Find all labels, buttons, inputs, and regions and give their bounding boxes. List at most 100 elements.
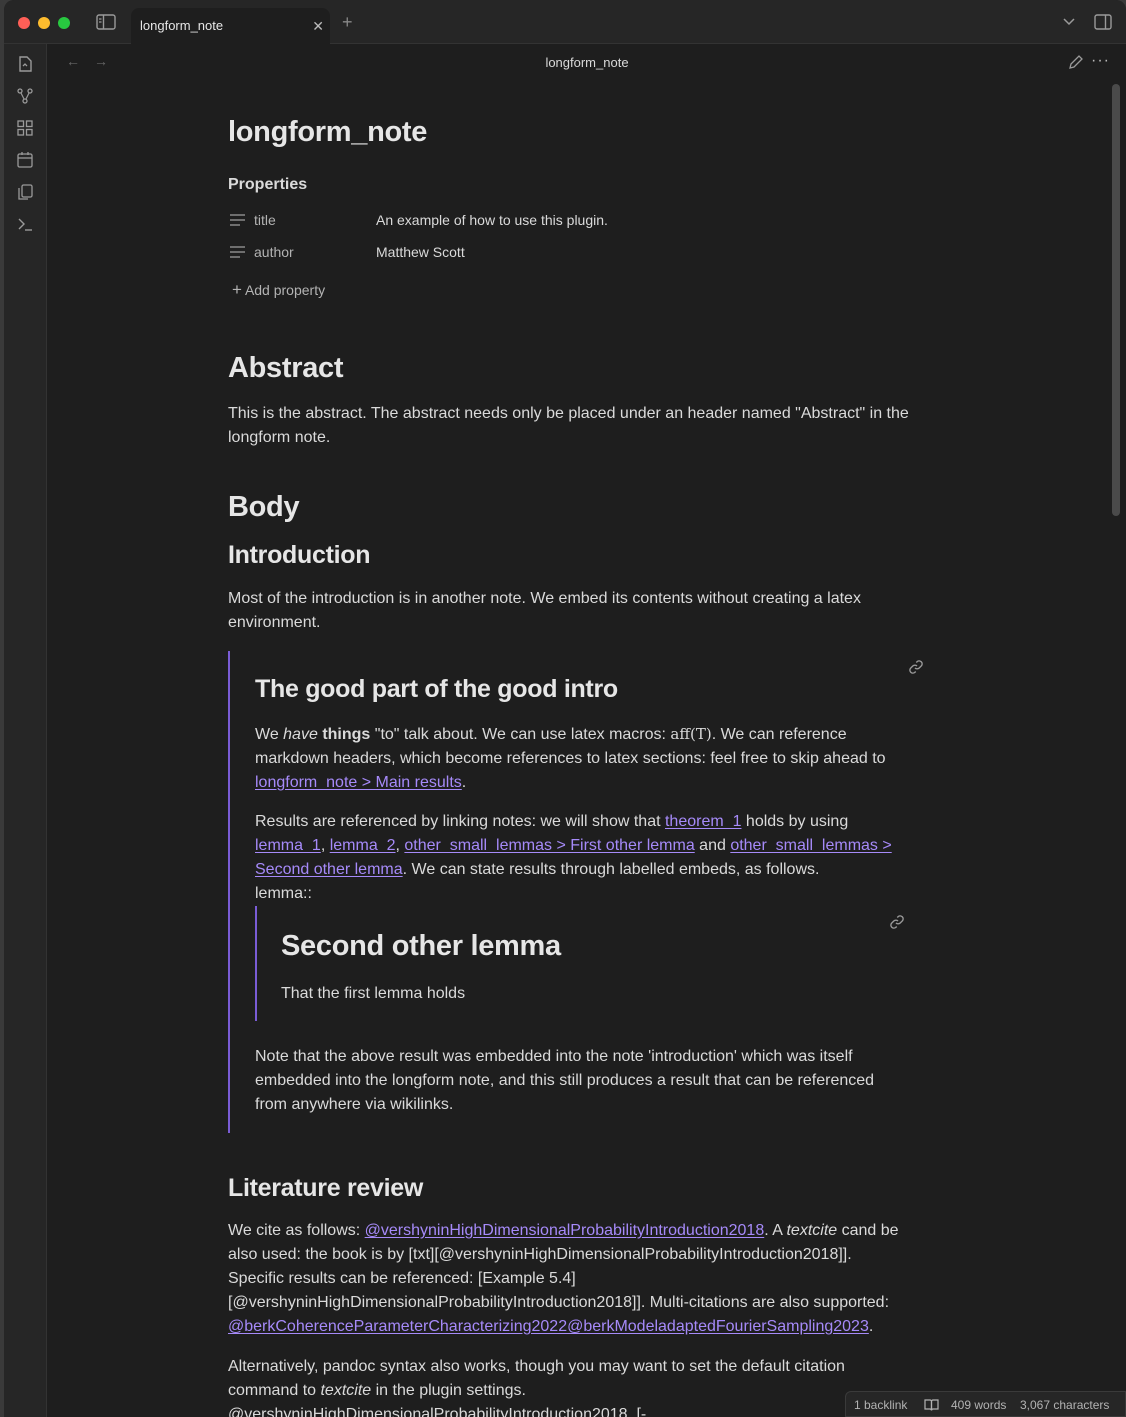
intro-line-1: Most of the introduction is in another n…	[228, 590, 861, 607]
text: We	[255, 726, 284, 743]
text: ,	[320, 837, 330, 854]
text: markdown headers, which become reference…	[255, 750, 886, 767]
bold-text: things	[322, 726, 371, 743]
link-lemma-1[interactable]: lemma_1	[255, 837, 321, 854]
heading-literature-review: Literature review	[228, 1174, 423, 1202]
text: Results are referenced by linking notes:…	[255, 813, 665, 830]
abstract-line-2: longform note.	[228, 429, 331, 446]
edit-pencil-icon[interactable]	[1068, 54, 1084, 70]
reading-view-book-icon[interactable]	[924, 1398, 939, 1411]
text: from anywhere via wikilinks.	[255, 1096, 454, 1113]
view-header: ← → longform_note ···	[48, 44, 1126, 80]
property-value[interactable]: Matthew Scott	[376, 244, 465, 260]
link-second-other-lemma[interactable]: other_small_lemmas >	[730, 837, 891, 854]
text: cand be	[837, 1222, 899, 1239]
embed-heading: The good part of the good intro	[255, 675, 618, 703]
text: [@vershyninHighDimensionalProbabilityInt…	[228, 1294, 890, 1311]
text: in the plugin settings.	[371, 1382, 526, 1399]
property-value[interactable]: An example of how to use this plugin.	[376, 212, 608, 228]
link-second-other-lemma-cont[interactable]: Second other lemma	[255, 861, 403, 878]
text: and	[694, 837, 731, 854]
tab-label: longform_note	[140, 18, 224, 33]
app-window: longform_note ✕ + ← → longform_note ··· …	[4, 0, 1126, 1417]
property-key[interactable]: author	[254, 244, 294, 260]
literature-paragraph-2: Alternatively, pandoc syntax also works,…	[228, 1355, 934, 1417]
left-sidebar-toggle-icon[interactable]	[96, 14, 116, 30]
text: @vershyninHighDimensionalProbabilityIntr…	[228, 1406, 647, 1417]
text: holds by using	[741, 813, 849, 830]
text: . We can state results through labelled …	[402, 861, 820, 878]
multi-citation-link[interactable]: @berkCoherenceParameterCharacterizing202…	[228, 1318, 869, 1335]
embed-paragraph-2: Results are referenced by linking notes:…	[255, 810, 915, 906]
zoom-window-button[interactable]	[58, 17, 70, 29]
text: Specific results can be referenced: [Exa…	[228, 1270, 576, 1287]
file-switcher-icon[interactable]	[15, 54, 35, 74]
close-window-button[interactable]	[18, 17, 30, 29]
text: We cite as follows:	[228, 1222, 365, 1239]
text: . A	[764, 1222, 787, 1239]
heading-body: Body	[228, 491, 300, 523]
graph-view-icon[interactable]	[15, 86, 35, 106]
latex-math: aff(T)	[670, 725, 712, 743]
link-icon[interactable]	[908, 659, 924, 675]
text: also used: the book is by [txt][@vershyn…	[228, 1246, 852, 1263]
citation-link[interactable]: @vershyninHighDimensionalProbabilityIntr…	[365, 1222, 765, 1239]
calendar-icon[interactable]	[15, 150, 35, 170]
italic-text: textcite	[786, 1222, 838, 1239]
embed-paragraph-1: We have things "to" talk about. We can u…	[255, 722, 915, 795]
tab-close-icon[interactable]: ✕	[312, 18, 324, 35]
embedded-note[interactable]: The good part of the good intro We have …	[228, 651, 928, 1133]
italic-text: textcite	[320, 1382, 372, 1399]
abstract-paragraph: This is the abstract. The abstract needs…	[228, 402, 934, 450]
properties-heading[interactable]: Properties	[228, 176, 307, 194]
plus-icon: +	[232, 280, 242, 299]
text: .	[461, 774, 467, 791]
nested-embed-heading: Second other lemma	[281, 930, 561, 962]
backlink-count[interactable]: 1 backlink	[854, 1398, 907, 1412]
minimize-window-button[interactable]	[38, 17, 50, 29]
intro-line-2: environment.	[228, 614, 321, 631]
new-tab-button[interactable]: +	[342, 13, 353, 31]
text: .	[868, 1318, 874, 1335]
nested-embed-text: That the first lemma holds	[281, 985, 466, 1002]
property-row-author[interactable]: author Matthew Scott	[228, 242, 828, 266]
nested-embedded-note[interactable]: Second other lemma That the first lemma …	[255, 906, 909, 1021]
word-count: 409 words	[951, 1398, 1007, 1412]
document-title[interactable]: longform_note	[228, 116, 427, 149]
tab-longform-note[interactable]: longform_note ✕	[131, 8, 330, 44]
text: . We can reference	[711, 726, 847, 743]
status-bar: 1 backlink 409 words 3,067 characters	[845, 1391, 1126, 1417]
property-row-title[interactable]: title An example of how to use this plug…	[228, 210, 828, 234]
text: "to" talk about. We can use latex macros…	[370, 726, 671, 743]
text: Alternatively, pandoc syntax also works,…	[228, 1358, 845, 1375]
italic-text: have	[283, 726, 318, 743]
literature-paragraph-1: We cite as follows: @vershyninHighDimens…	[228, 1219, 934, 1339]
tab-list-chevron-down-icon[interactable]	[1062, 14, 1076, 28]
left-ribbon	[4, 44, 47, 1417]
link-lemma-2[interactable]: lemma_2	[330, 837, 396, 854]
copy-pages-icon[interactable]	[15, 182, 35, 202]
right-sidebar-toggle-icon[interactable]	[1094, 14, 1112, 30]
scrollbar-thumb[interactable]	[1112, 84, 1120, 516]
link-theorem-1[interactable]: theorem_1	[665, 813, 742, 830]
terminal-icon[interactable]	[15, 214, 35, 234]
link-icon[interactable]	[889, 914, 905, 930]
title-bar: longform_note ✕ +	[4, 0, 1126, 44]
property-key[interactable]: title	[254, 212, 276, 228]
view-title[interactable]: longform_note	[48, 55, 1126, 70]
text: Note that the above result was embedded …	[255, 1048, 853, 1065]
character-count: 3,067 characters	[1020, 1398, 1110, 1412]
add-property-label: Add property	[244, 282, 326, 298]
add-property-button[interactable]: + Add property	[232, 280, 325, 300]
link-main-results[interactable]: longform_note > Main results	[255, 774, 462, 791]
embed-paragraph-3: Note that the above result was embedded …	[255, 1045, 915, 1117]
text-lines-icon	[230, 214, 245, 226]
more-options-icon[interactable]: ···	[1091, 52, 1110, 70]
lemma-label: lemma::	[255, 885, 312, 902]
text: command to	[228, 1382, 321, 1399]
link-first-other-lemma[interactable]: other_small_lemmas > First other lemma	[404, 837, 694, 854]
canvas-grid-icon[interactable]	[15, 118, 35, 138]
text-lines-icon	[230, 246, 245, 258]
heading-introduction: Introduction	[228, 541, 371, 569]
text: embedded into the longform note, and thi…	[255, 1072, 875, 1089]
